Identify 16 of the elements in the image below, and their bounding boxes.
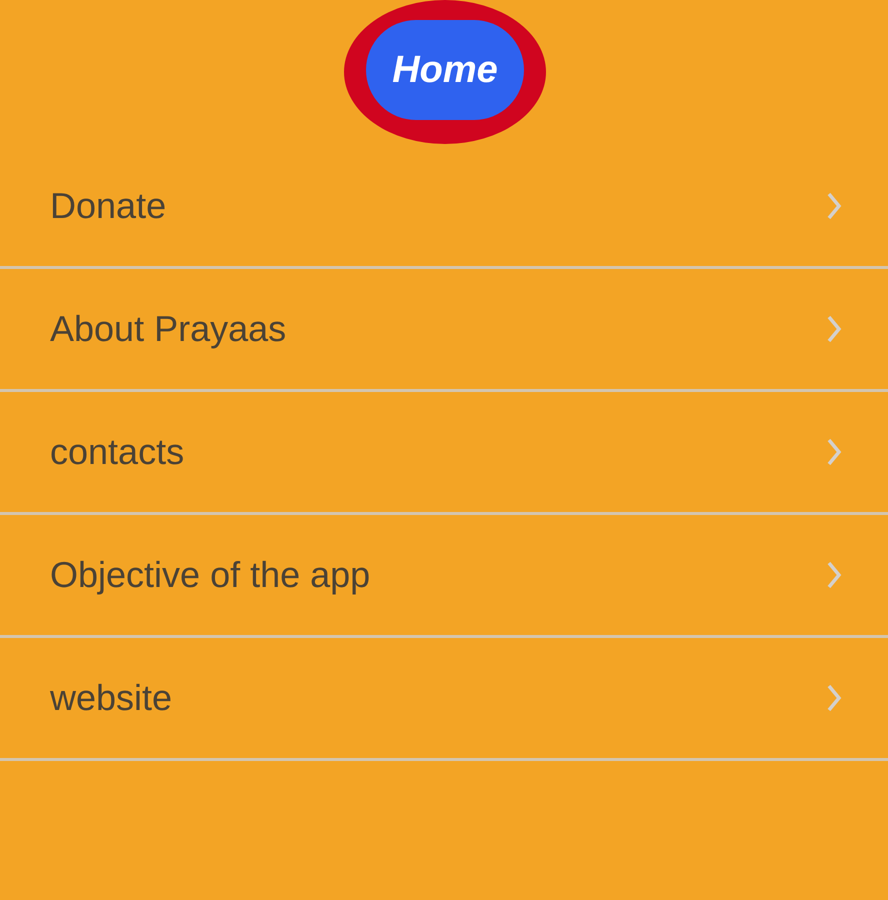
chevron-right-icon xyxy=(826,560,842,590)
menu-item-label: Objective of the app xyxy=(50,554,370,596)
menu-item-label: website xyxy=(50,677,172,719)
chevron-right-icon xyxy=(826,191,842,221)
chevron-right-icon xyxy=(826,683,842,713)
home-button[interactable]: Home xyxy=(366,20,524,120)
menu-item-label: Donate xyxy=(50,185,166,227)
menu-item[interactable]: website xyxy=(0,638,888,761)
menu-item[interactable]: Objective of the app xyxy=(0,515,888,638)
chevron-right-icon xyxy=(826,314,842,344)
menu-item-label: contacts xyxy=(50,431,184,473)
menu-item[interactable]: About Prayaas xyxy=(0,269,888,392)
menu-item[interactable]: contacts xyxy=(0,392,888,515)
menu-item-label: About Prayaas xyxy=(50,308,286,350)
chevron-right-icon xyxy=(826,437,842,467)
menu-item[interactable]: Donate xyxy=(0,146,888,269)
